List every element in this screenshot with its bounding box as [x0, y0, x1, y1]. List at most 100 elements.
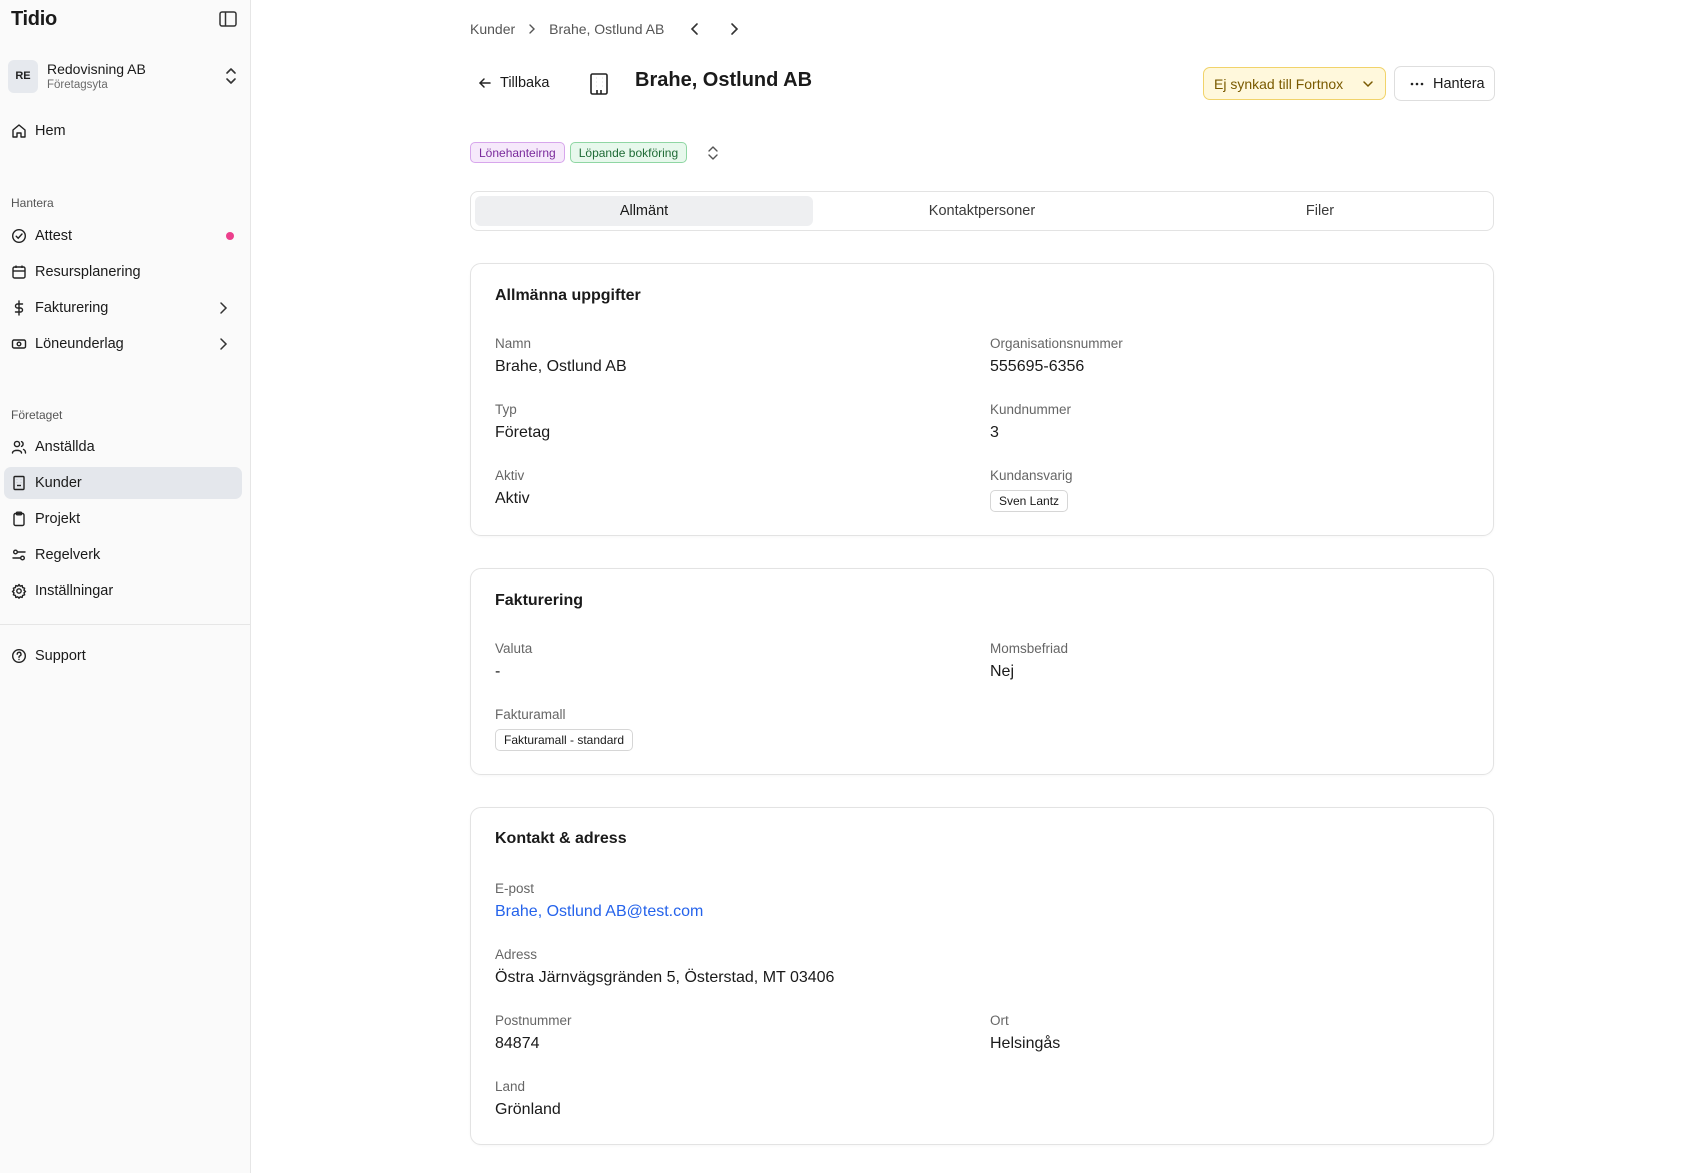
banknote-icon: [11, 336, 27, 352]
tab-filer[interactable]: Filer: [1151, 196, 1489, 226]
clipboard-icon: [11, 511, 27, 527]
field-type: Typ Företag: [495, 401, 955, 443]
sidebar-item-label: Resursplanering: [35, 264, 141, 280]
field-label: Adress: [495, 947, 538, 962]
field-zip: Postnummer 84874: [495, 1012, 955, 1054]
field-value: Östra Järnvägsgränden 5, Österstad, MT 0…: [495, 969, 835, 986]
field-email: E-post Brahe, Ostlund AB@test.com: [495, 880, 1395, 922]
field-value: 84874: [495, 1035, 540, 1052]
service-tag: Lönehanteirng: [470, 142, 565, 163]
sidebar-item-label: Hem: [35, 123, 66, 139]
field-label: Ort: [990, 1013, 1009, 1028]
sidebar-item-label: Anställda: [35, 439, 95, 455]
main-content: Kunder Brahe, Ostlund AB Tillbaka Brahe,…: [251, 0, 1699, 1173]
field-value: 3: [990, 424, 999, 441]
sidebar-item-projekt[interactable]: Projekt: [4, 503, 242, 535]
sidebar-item-label: Regelverk: [35, 547, 101, 563]
chevrons-up-down-icon[interactable]: [705, 144, 721, 162]
field-value: Grönland: [495, 1101, 561, 1118]
breadcrumb-root[interactable]: Kunder: [470, 21, 515, 37]
contact-address-card: Kontakt & adress E-post Brahe, Ostlund A…: [470, 807, 1494, 1145]
field-label: Valuta: [495, 641, 533, 656]
field-value: Nej: [990, 663, 1015, 680]
notification-dot: [226, 232, 234, 240]
help-circle-icon: [11, 648, 27, 664]
back-button[interactable]: Tillbaka: [477, 71, 549, 95]
invoice-template-chip: Fakturamall - standard: [495, 729, 634, 751]
brand-logo: Tidio: [11, 8, 57, 30]
sidebar-item-fakturering[interactable]: Fakturering: [4, 292, 242, 324]
card-title: Kontakt & adress: [495, 830, 627, 847]
sidebar-item-label: Projekt: [35, 511, 81, 527]
page-title: Brahe, Ostlund AB: [635, 69, 813, 91]
sidebar-item-anstallda[interactable]: Anställda: [4, 431, 242, 463]
field-value: 555695-6356: [990, 358, 1085, 375]
sync-status-label: Ej synkad till Fortnox: [1214, 75, 1344, 92]
arrow-left-icon: [477, 75, 493, 91]
next-record-icon[interactable]: [725, 20, 743, 38]
field-label: Typ: [495, 402, 517, 417]
email-link[interactable]: Brahe, Ostlund AB@test.com: [495, 902, 1395, 922]
sidebar-item-home[interactable]: Hem: [4, 115, 242, 147]
field-label: Fakturamall: [495, 707, 566, 722]
chevron-right-icon: [216, 337, 230, 351]
sidebar-item-resursplanering[interactable]: Resursplanering: [4, 256, 242, 288]
sidebar-item-attest[interactable]: Attest: [4, 220, 242, 252]
sidebar: Tidio RE Redovisning AB Företagsyta Hem …: [0, 0, 251, 1173]
sidebar-item-label: Löneunderlag: [35, 336, 124, 352]
chevron-right-icon: [525, 22, 539, 36]
field-country: Land Grönland: [495, 1078, 955, 1120]
field-value: -: [495, 663, 501, 680]
check-circle-icon: [11, 228, 27, 244]
prev-record-icon[interactable]: [686, 20, 704, 38]
chevron-down-icon: [1361, 77, 1375, 91]
field-vat-exempt: Momsbefriad Nej: [990, 640, 1450, 682]
calendar-icon: [11, 264, 27, 280]
home-icon: [11, 123, 27, 139]
building-icon: [588, 72, 610, 96]
fortnox-sync-dropdown[interactable]: Ej synkad till Fortnox: [1203, 67, 1386, 100]
workspace-name: Redovisning AB: [47, 60, 146, 77]
field-label: Kundansvarig: [990, 468, 1073, 483]
sidebar-item-regelverk[interactable]: Regelverk: [4, 539, 242, 571]
chevron-right-icon: [216, 301, 230, 315]
manage-button-label: Hantera: [1433, 75, 1485, 92]
billing-card: Fakturering Valuta - Momsbefriad Nej Fak…: [470, 568, 1494, 775]
manage-button[interactable]: Hantera: [1394, 66, 1495, 101]
sliders-icon: [11, 547, 27, 563]
field-label: Postnummer: [495, 1013, 572, 1028]
tab-allmant[interactable]: Allmänt: [475, 196, 813, 226]
sidebar-item-label: Attest: [35, 228, 73, 244]
field-value: Aktiv: [495, 490, 530, 507]
workspace-subtitle: Företagsyta: [47, 78, 108, 91]
field-customer-number: Kundnummer 3: [990, 401, 1450, 443]
gear-icon: [11, 583, 27, 599]
back-button-label: Tillbaka: [500, 75, 550, 91]
field-active: Aktiv Aktiv: [495, 467, 955, 509]
field-address: Adress Östra Järnvägsgränden 5, Östersta…: [495, 946, 1395, 988]
general-info-card: Allmänna uppgifter Namn Brahe, Ostlund A…: [470, 263, 1494, 536]
field-city: Ort Helsingås: [990, 1012, 1450, 1054]
breadcrumb-current: Brahe, Ostlund AB: [549, 21, 665, 37]
field-label: Kundnummer: [990, 402, 1072, 417]
service-tags: Lönehanteirng Löpande bokföring: [470, 142, 721, 163]
building-icon: [11, 475, 27, 491]
field-label: Momsbefriad: [990, 641, 1069, 656]
field-account-manager: Kundansvarig Sven Lantz: [990, 467, 1450, 512]
sidebar-item-label: Support: [35, 648, 86, 664]
tab-kontaktpersoner[interactable]: Kontaktpersoner: [813, 196, 1151, 226]
field-value: Företag: [495, 424, 551, 441]
sidebar-item-kunder[interactable]: Kunder: [4, 467, 242, 499]
field-label: Aktiv: [495, 468, 525, 483]
sidebar-item-installningar[interactable]: Inställningar: [4, 575, 242, 607]
card-title: Fakturering: [495, 592, 584, 609]
sidebar-item-loneunderlag[interactable]: Löneunderlag: [4, 328, 242, 360]
chevrons-up-down-icon: [224, 66, 238, 86]
field-label: Organisationsnummer: [990, 336, 1123, 351]
breadcrumb: Kunder Brahe, Ostlund AB: [470, 18, 743, 40]
field-org-number: Organisationsnummer 555695-6356: [990, 335, 1450, 377]
field-value: Brahe, Ostlund AB: [495, 358, 627, 375]
workspace-switcher[interactable]: RE Redovisning AB Företagsyta: [8, 58, 240, 94]
sidebar-item-support[interactable]: Support: [4, 640, 242, 672]
sidebar-toggle-icon[interactable]: [219, 11, 237, 27]
